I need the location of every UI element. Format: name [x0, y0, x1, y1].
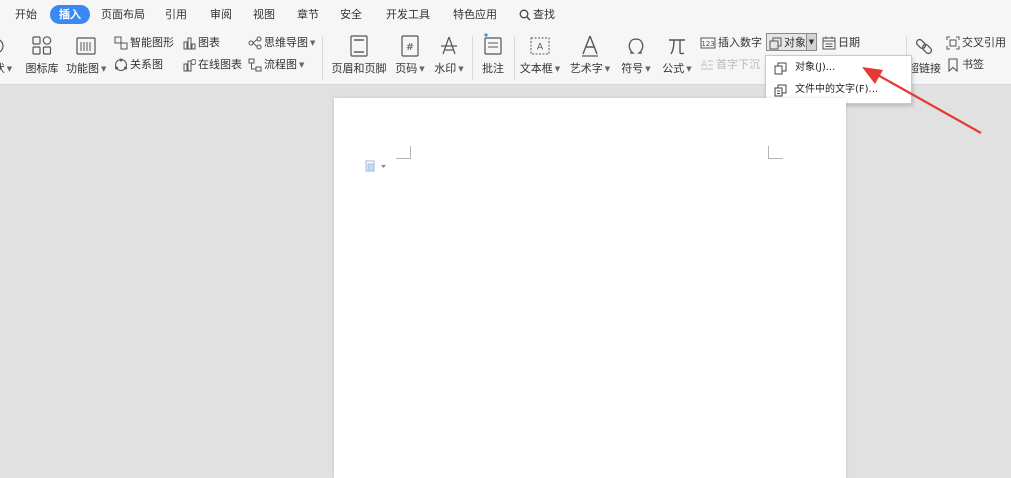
- object-button[interactable]: 对象 ▼: [766, 33, 817, 51]
- paste-options-icon[interactable]: [365, 160, 387, 172]
- mindmap-icon: [248, 36, 262, 50]
- relation-chart-icon: [115, 58, 127, 71]
- page-number-button[interactable]: # 页码 ▼: [392, 33, 428, 81]
- comment-icon: [484, 33, 502, 55]
- pi-icon: [669, 39, 685, 55]
- page-number-label: 页码 ▼: [395, 62, 425, 75]
- smart-shape-icon: [114, 36, 128, 50]
- watermark-button[interactable]: 水印 ▼: [432, 33, 466, 81]
- flowchart-icon: [248, 58, 262, 72]
- drop-cap-icon: A: [701, 60, 713, 70]
- object-icon: [769, 37, 782, 50]
- object-dropdown-menu: 对象(J)... 文件中的文字(F)...: [765, 55, 912, 104]
- wordart-label: 艺术字 ▼: [569, 62, 611, 75]
- function-chart-icon: [76, 37, 96, 55]
- document-page[interactable]: [334, 98, 846, 478]
- icon-library-label: 图标库: [25, 62, 59, 75]
- wordart-button[interactable]: 艺术字 ▼: [568, 33, 612, 81]
- watermark-label: 水印 ▼: [434, 62, 464, 75]
- date-button[interactable]: 日期: [822, 34, 860, 52]
- icon-library-icon: [32, 36, 52, 55]
- online-chart-button[interactable]: 在线图表: [182, 56, 242, 74]
- textbox-icon: A: [530, 37, 550, 55]
- cross-reference-button[interactable]: 交叉引用: [946, 34, 1006, 52]
- chart-button[interactable]: 图表: [182, 34, 220, 52]
- search-icon: [519, 9, 531, 21]
- tab-security[interactable]: 安全: [331, 5, 371, 24]
- bookmark-icon: [948, 58, 958, 73]
- object-label: 对象: [784, 36, 806, 49]
- tab-page-layout[interactable]: 页面布局: [92, 5, 154, 24]
- tab-developer-tools[interactable]: 开发工具: [377, 5, 439, 24]
- link-icon: [915, 38, 933, 55]
- menu-item-object-label: 对象(J)...: [795, 62, 836, 73]
- shape-button[interactable]: 状▼: [0, 33, 14, 81]
- formula-label: 公式 ▼: [662, 62, 692, 75]
- textbox-button[interactable]: A 文本框 ▼: [518, 33, 562, 81]
- search-label: 查找: [533, 8, 555, 21]
- shape-icon: [0, 39, 4, 53]
- insert-number-button[interactable]: 123 插入数字: [700, 34, 762, 52]
- wordart-icon: [582, 35, 598, 57]
- object-icon: [774, 62, 787, 75]
- flowchart-button[interactable]: 流程图 ▼: [248, 56, 304, 74]
- cross-ref-icon: [946, 36, 960, 50]
- calendar-icon: [822, 36, 836, 50]
- chart-icon: [183, 37, 196, 50]
- shape-label: 状▼: [0, 62, 13, 75]
- tab-insert[interactable]: 插入: [50, 5, 90, 24]
- online-chart-icon: [183, 59, 197, 72]
- hyperlink-button[interactable]: 超链接: [908, 33, 941, 81]
- tab-view[interactable]: 视图: [244, 5, 284, 24]
- hyperlink-label: 超链接: [908, 62, 941, 75]
- function-chart-label: 功能图 ▼: [66, 62, 107, 75]
- relation-chart-button[interactable]: 关系图: [114, 56, 163, 74]
- tab-references[interactable]: 引用: [156, 5, 196, 24]
- textbox-label: 文本框 ▼: [519, 62, 561, 75]
- smart-shape-button[interactable]: 智能图形: [114, 34, 174, 52]
- symbol-label: 符号 ▼: [621, 62, 651, 75]
- menu-tab-bar: 开始 插入 页面布局 引用 审阅 视图 章节 安全 开发工具 特色应用 查找: [0, 0, 1011, 28]
- header-footer-icon: [350, 35, 368, 57]
- omega-icon: [628, 38, 644, 54]
- number-icon: 123: [700, 37, 716, 49]
- svg-text:A: A: [537, 43, 544, 53]
- comment-button[interactable]: 批注: [478, 33, 508, 81]
- function-chart-button[interactable]: 功能图 ▼: [66, 33, 106, 81]
- icon-library-button[interactable]: 图标库: [24, 33, 60, 81]
- ribbon-separator: [322, 36, 323, 80]
- bookmark-button[interactable]: 书签: [946, 56, 984, 74]
- header-footer-button[interactable]: 页眉和页脚: [330, 33, 388, 81]
- page-number-icon: #: [401, 35, 419, 57]
- header-footer-label: 页眉和页脚: [331, 62, 387, 75]
- file-text-icon: [774, 84, 787, 97]
- search-button[interactable]: 查找: [510, 5, 564, 24]
- tab-review[interactable]: 审阅: [201, 5, 241, 24]
- menu-item-object[interactable]: 对象(J)...: [766, 57, 911, 79]
- tab-special-apps[interactable]: 特色应用: [444, 5, 506, 24]
- tab-start[interactable]: 开始: [6, 5, 46, 24]
- object-dropdown-arrow[interactable]: ▼: [806, 34, 816, 50]
- margin-corner-top-right: [768, 146, 783, 159]
- ribbon-separator: [514, 36, 515, 80]
- drop-cap-button[interactable]: A 首字下沉: [700, 56, 760, 74]
- ribbon-separator: [472, 36, 473, 80]
- svg-text:123: 123: [701, 40, 714, 48]
- svg-text:#: #: [406, 42, 414, 53]
- tab-chapter[interactable]: 章节: [288, 5, 328, 24]
- watermark-icon: [441, 36, 457, 55]
- formula-button[interactable]: 公式 ▼: [660, 33, 694, 81]
- comment-label: 批注: [482, 62, 504, 75]
- margin-corner-top-left: [396, 146, 411, 159]
- mindmap-button[interactable]: 思维导图 ▼: [248, 34, 315, 52]
- symbol-button[interactable]: 符号 ▼: [618, 33, 654, 81]
